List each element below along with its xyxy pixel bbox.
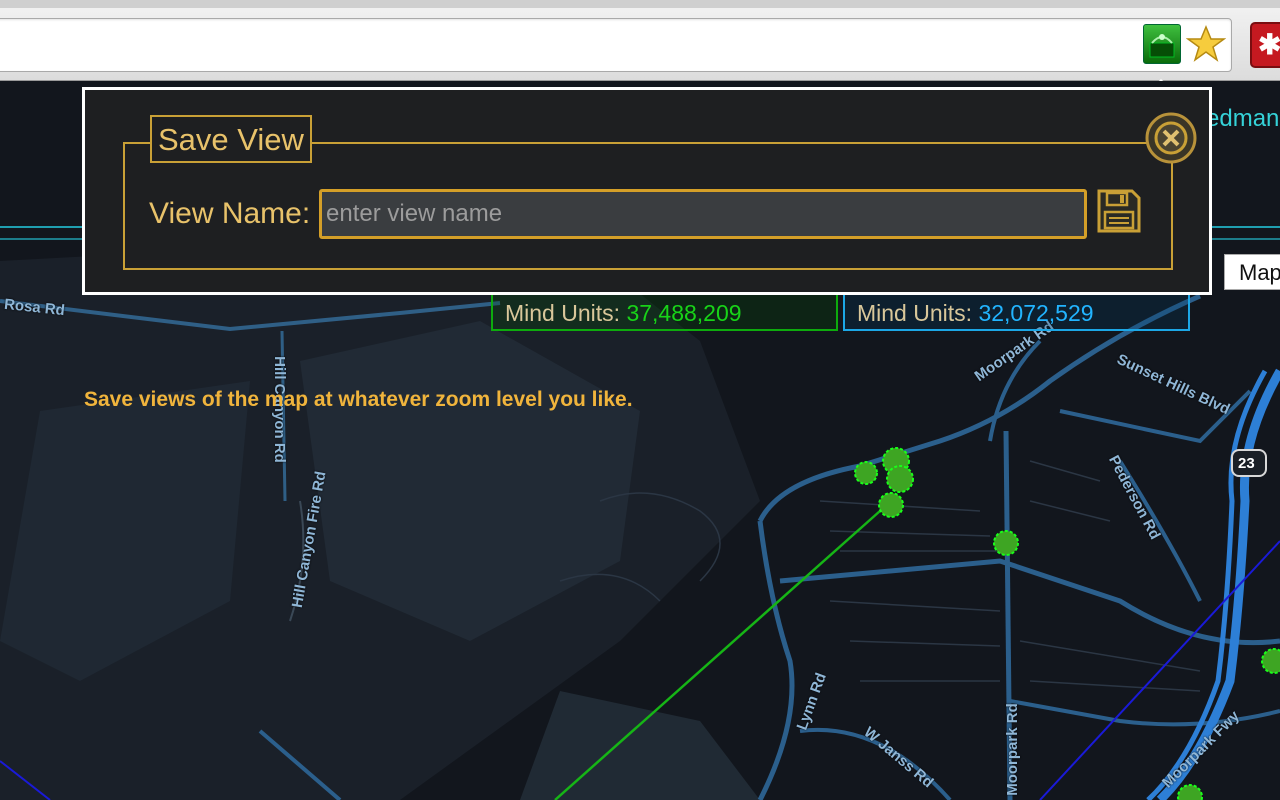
mind-units-label: Mind Units: [505, 300, 621, 326]
road-label-moorpark: Moorpark Rd [1003, 703, 1021, 796]
red-puzzle-icon[interactable]: ✱ [1250, 22, 1280, 68]
floppy-disk-icon[interactable] [1096, 188, 1142, 234]
enlightened-mind-units-value: 37,488,209 [626, 300, 742, 326]
view-name-input[interactable] [319, 189, 1087, 239]
view-name-label: View Name: [149, 197, 311, 230]
ingress-map-icon[interactable] [1143, 24, 1181, 64]
address-bar[interactable] [0, 18, 1232, 72]
resistance-mind-units: Mind Units: 32,072,529 [843, 291, 1190, 331]
star-icon[interactable] [1186, 24, 1226, 64]
browser-toolbar: ✱ [0, 0, 1280, 81]
mind-units-label: Mind Units: [857, 300, 973, 326]
popup-title: Save View [150, 115, 312, 163]
route-23-shield: 23 [1238, 455, 1255, 472]
map-type-button[interactable]: Map [1224, 254, 1280, 290]
close-icon[interactable] [1145, 112, 1197, 164]
toolbar-top-strip [0, 0, 1280, 8]
enlightened-mind-units: Mind Units: 37,488,209 [491, 291, 838, 331]
feature-tip: Save views of the map at whatever zoom l… [84, 388, 633, 411]
agent-name[interactable]: edman [1206, 105, 1279, 133]
save-view-popup: Save View View Name: [82, 87, 1212, 295]
resistance-mind-units-value: 32,072,529 [978, 300, 1094, 326]
